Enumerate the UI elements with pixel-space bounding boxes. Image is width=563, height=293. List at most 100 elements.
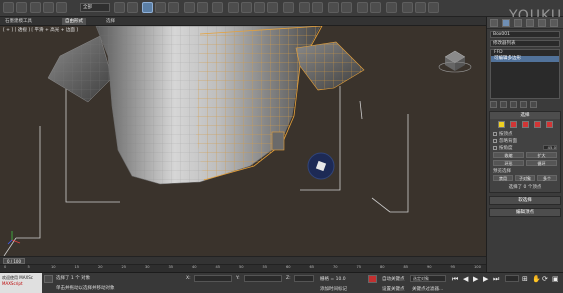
grow-button[interactable]: 扩大	[526, 152, 557, 158]
modify-tab-icon[interactable]	[502, 19, 510, 27]
graphite-tools-icon[interactable]	[341, 2, 352, 13]
mirror-icon[interactable]	[299, 2, 310, 13]
reference-coordinate-icon[interactable]	[184, 2, 195, 13]
preview-disabled-radio[interactable]: 禁用	[493, 175, 513, 181]
named-selection-icon[interactable]	[283, 2, 294, 13]
snap-toggle-icon[interactable]	[228, 2, 239, 13]
track-bar[interactable]: 0 5 10 15 20 25 30 35 40 45 50 55 60 65 70 75 80 85 90 95 10…	[0, 264, 486, 272]
modifier-list-dropdown[interactable]: 修改器列表	[490, 40, 560, 47]
undo-icon[interactable]	[3, 2, 14, 13]
tab-graphite-modeling[interactable]: 石墨建模工具	[2, 18, 35, 25]
go-to-start-icon[interactable]: ⏮	[452, 275, 458, 284]
ring-button[interactable]: 环形	[493, 160, 524, 166]
by-vertex-checkbox[interactable]: 按顶点	[490, 130, 560, 137]
preview-subobject-radio[interactable]: 子对象	[515, 175, 535, 181]
modifier-stack-item-selected[interactable]: 可编辑多边形	[491, 56, 559, 62]
motion-tab-icon[interactable]	[526, 19, 534, 27]
redo-icon[interactable]	[16, 2, 27, 13]
coord-y-label: Y:	[236, 276, 240, 281]
set-key-label[interactable]: 设置关键点	[382, 286, 405, 292]
pivot-center-icon[interactable]	[197, 2, 208, 13]
track-bar-tick: 5	[27, 265, 30, 269]
tab-freeform[interactable]: 自由形式	[62, 18, 86, 25]
angle-value[interactable]: 45.0	[543, 145, 557, 150]
layer-manager-icon[interactable]	[328, 2, 339, 13]
track-bar-tick: 35	[168, 265, 174, 269]
rendered-frame-icon[interactable]	[415, 2, 426, 13]
go-to-end-icon[interactable]: ⏭	[493, 275, 499, 284]
configure-sets-icon[interactable]	[530, 101, 537, 108]
viewport-scene	[3, 26, 472, 256]
coord-z-field[interactable]	[294, 275, 314, 282]
maximize-viewport-icon[interactable]: ▣	[552, 275, 559, 283]
select-by-name-icon[interactable]	[127, 2, 138, 13]
selection-rollout-title[interactable]: 选择	[490, 112, 560, 119]
render-production-icon[interactable]	[428, 2, 439, 13]
tab-selection[interactable]: 选择	[103, 18, 118, 25]
make-unique-icon[interactable]	[510, 101, 517, 108]
select-and-scale-icon[interactable]	[168, 2, 179, 13]
select-and-move-icon[interactable]	[142, 2, 153, 13]
auto-key-label[interactable]: 自动关键点	[382, 276, 405, 282]
utilities-tab-icon[interactable]	[550, 19, 558, 27]
shrink-button[interactable]: 收缩	[493, 152, 524, 158]
render-setup-icon[interactable]	[402, 2, 413, 13]
polygon-level-icon[interactable]	[534, 121, 541, 128]
material-editor-icon[interactable]	[386, 2, 397, 13]
soft-selection-title[interactable]: 软选择	[490, 197, 560, 204]
selection-filter-dropdown[interactable]: 全部	[80, 3, 110, 12]
maxscript-listener[interactable]: 欢迎使用 MAXSc MAXScript	[0, 273, 42, 293]
prompt-hint-text: 单击并拖动以选择并移动对象	[56, 286, 115, 291]
create-tab-icon[interactable]	[490, 19, 498, 27]
add-time-tag[interactable]: 添加时间标记	[320, 286, 347, 292]
edit-vertices-title[interactable]: 编辑顶点	[490, 209, 560, 216]
select-manipulate-icon[interactable]	[212, 2, 223, 13]
coord-y-field[interactable]	[244, 275, 282, 282]
schematic-view-icon[interactable]	[370, 2, 381, 13]
element-level-icon[interactable]	[546, 121, 553, 128]
orbit-icon[interactable]: ⟳	[542, 275, 548, 283]
selection-rollout: 选择 按顶点 忽略背面 按角度 45.0 收缩 扩大 环形 循环 预览选择 禁用 …	[489, 111, 561, 193]
link-icon[interactable]	[30, 2, 41, 13]
prev-frame-icon[interactable]: ◀	[463, 275, 468, 283]
play-icon[interactable]: ▶	[473, 275, 478, 283]
hierarchy-tab-icon[interactable]	[514, 19, 522, 27]
ignore-backfacing-checkbox[interactable]: 忽略背面	[490, 137, 560, 144]
key-filters-button[interactable]: 关键点过滤器...	[412, 286, 443, 292]
unlink-icon[interactable]	[43, 2, 54, 13]
loop-button[interactable]: 循环	[526, 160, 557, 166]
spinner-snap-icon[interactable]	[267, 2, 278, 13]
border-level-icon[interactable]	[522, 121, 529, 128]
select-object-icon[interactable]	[114, 2, 125, 13]
track-bar-tick: 85	[403, 265, 409, 269]
perspective-viewport[interactable]: [ + ] [ 透视 ] [ 平滑 + 高光 + 边面 ]	[0, 26, 486, 256]
soft-selection-rollout: 软选择	[489, 196, 561, 205]
display-tab-icon[interactable]	[538, 19, 546, 27]
lock-selection-icon[interactable]	[44, 275, 53, 283]
remove-modifier-icon[interactable]	[520, 101, 527, 108]
angle-snap-icon[interactable]	[241, 2, 252, 13]
zoom-extents-icon[interactable]: ⊞	[522, 275, 528, 283]
object-name-field[interactable]: Box001	[490, 31, 560, 38]
coord-x-field[interactable]	[194, 275, 232, 282]
pan-view-icon[interactable]: ✋	[532, 275, 541, 283]
vertex-level-icon[interactable]	[498, 121, 505, 128]
by-angle-checkbox[interactable]: 按角度 45.0	[490, 144, 560, 151]
status-bar: 欢迎使用 MAXSc MAXScript 选择了 1 个 对象 单击并拖动以选择…	[0, 272, 563, 293]
pin-stack-icon[interactable]	[490, 101, 497, 108]
edge-level-icon[interactable]	[510, 121, 517, 128]
current-frame-field[interactable]	[505, 275, 519, 282]
auto-key-toggle-icon[interactable]	[368, 275, 377, 283]
bind-spacewarp-icon[interactable]	[56, 2, 67, 13]
percent-snap-icon[interactable]	[254, 2, 265, 13]
align-icon[interactable]	[312, 2, 323, 13]
curve-editor-icon[interactable]	[357, 2, 368, 13]
next-frame-icon[interactable]: ▶	[483, 275, 488, 283]
viewport-label[interactable]: [ + ] [ 透视 ] [ 平滑 + 高光 + 边面 ]	[3, 27, 78, 33]
selected-set-dropdown[interactable]: 选定对象	[410, 275, 446, 282]
track-bar-tick: 80	[380, 265, 385, 269]
select-and-rotate-icon[interactable]	[155, 2, 166, 13]
show-end-result-icon[interactable]	[500, 101, 507, 108]
time-slider[interactable]: 0 / 100	[0, 256, 486, 264]
preview-multi-radio[interactable]: 多个	[537, 175, 557, 181]
